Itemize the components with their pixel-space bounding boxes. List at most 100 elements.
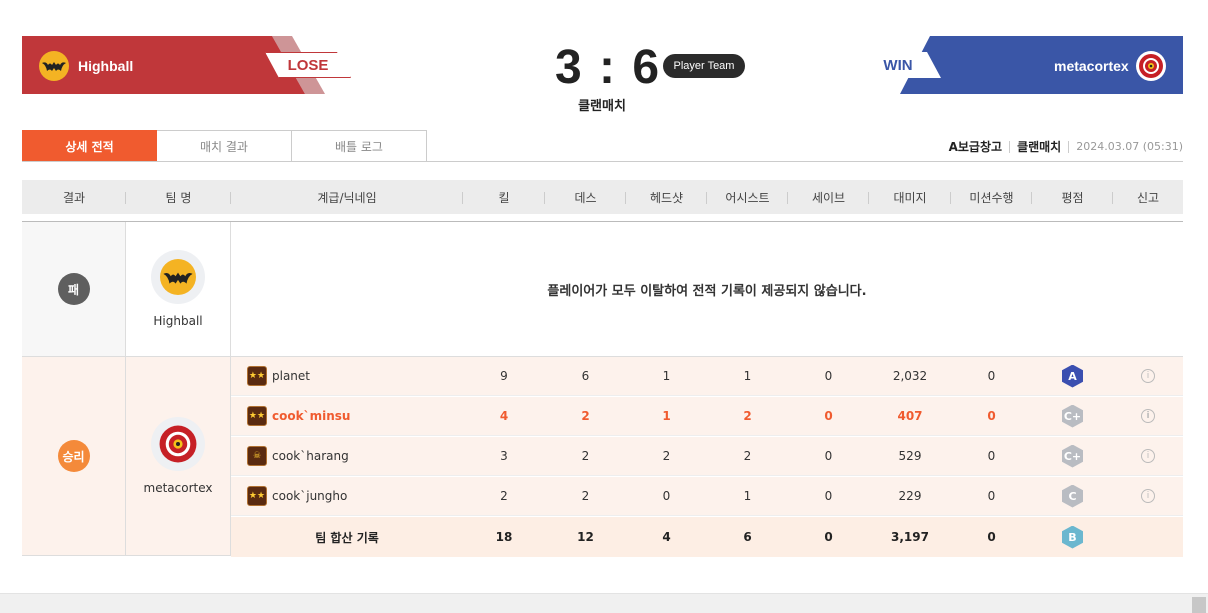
player-nickname[interactable]: cook`jungho xyxy=(272,489,347,503)
col-assist: 어시스트 xyxy=(707,189,788,206)
match-header: Highball LOSE 3 : 6 Player Team 클랜매치 WIN… xyxy=(0,0,1208,120)
meta-separator xyxy=(1068,140,1070,153)
grade-badge: C+ xyxy=(1062,444,1083,468)
flower-emblem-icon xyxy=(159,425,197,463)
total-headshot: 4 xyxy=(662,530,671,544)
player-assist: 2 xyxy=(743,409,752,423)
player-mission: 0 xyxy=(987,369,996,383)
player-nickname-cell: ★★ cook`jungho xyxy=(231,486,463,506)
lose-team-block: 패 Highball 플레이어가 모두 이탈하여 전적 기록이 제공되지 않습니… xyxy=(22,221,1183,356)
player-headshot: 1 xyxy=(662,409,671,423)
col-save: 세이브 xyxy=(788,189,869,206)
player-grade: C+ xyxy=(1032,444,1113,468)
player-headshot: 0 xyxy=(662,489,671,503)
player-mission: 0 xyxy=(987,489,996,503)
player-kill: 9 xyxy=(500,369,508,383)
player-nickname[interactable]: cook`harang xyxy=(272,449,349,463)
tab-match-result[interactable]: 매치 결과 xyxy=(157,130,292,162)
tab-detail-record[interactable]: 상세 전적 xyxy=(22,130,157,162)
player-damage: 229 xyxy=(898,489,922,503)
right-team-name[interactable]: metacortex xyxy=(1054,58,1129,74)
info-icon[interactable]: i xyxy=(1141,369,1155,383)
tab-battle-log[interactable]: 배틀 로그 xyxy=(292,130,427,162)
player-report: i xyxy=(1113,369,1183,383)
player-kill: 2 xyxy=(500,489,508,503)
player-assist: 2 xyxy=(743,449,752,463)
total-assist: 6 xyxy=(743,530,752,544)
player-damage: 2,032 xyxy=(892,369,928,383)
lose-tag: LOSE xyxy=(265,52,351,78)
player-nickname-cell: ★★ planet xyxy=(231,366,463,386)
stats-table-header: 결과 팀 명 계급/닉네임 킬 데스 헤드샷 어시스트 세이브 대미지 미션수행… xyxy=(22,180,1183,214)
player-nickname[interactable]: planet xyxy=(272,369,310,383)
player-report: i xyxy=(1113,409,1183,423)
total-mission: 0 xyxy=(987,530,996,544)
rank-star-icon: ★★ xyxy=(247,486,267,506)
player-damage: 407 xyxy=(897,409,923,423)
col-report: 신고 xyxy=(1136,190,1160,205)
player-nickname-cell: ☠ cook`harang xyxy=(231,446,463,466)
win-result-cell: 승리 xyxy=(22,357,126,555)
player-death: 2 xyxy=(581,489,590,503)
player-grade: C xyxy=(1032,484,1113,508)
meta-separator xyxy=(1009,140,1011,153)
metacortex-team-emblem xyxy=(151,417,205,471)
player-row: ★★ cook`minsu 4 2 1 2 0 407 0 C+ i xyxy=(231,397,1183,436)
info-icon[interactable]: i xyxy=(1141,409,1155,423)
lose-team-name[interactable]: Highball xyxy=(153,314,202,328)
grade-badge: B xyxy=(1062,525,1083,549)
match-score: 3 : 6 xyxy=(555,41,662,94)
bat-emblem-icon xyxy=(163,272,193,284)
col-headshot: 헤드샷 xyxy=(626,189,707,206)
player-row: ★★ planet 9 6 1 1 0 2,032 0 Ai xyxy=(231,357,1183,396)
player-grade: C+ xyxy=(1032,404,1113,428)
col-mission: 미션수행 xyxy=(951,189,1032,206)
team-total-row: 팀 합산 기록 18 12 4 6 0 3,197 0 B xyxy=(231,517,1183,557)
left-team-name[interactable]: Highball xyxy=(78,58,133,74)
player-death: 6 xyxy=(581,369,590,383)
grade-badge: C xyxy=(1062,484,1083,508)
lose-result-cell: 패 xyxy=(22,222,126,356)
player-death: 2 xyxy=(581,409,590,423)
total-grade: B xyxy=(1032,525,1113,549)
player-report: i xyxy=(1113,449,1183,463)
col-result: 결과 xyxy=(22,189,126,206)
col-death: 데스 xyxy=(545,189,626,206)
player-save: 0 xyxy=(824,449,833,463)
info-icon[interactable]: i xyxy=(1141,489,1155,503)
info-icon[interactable]: i xyxy=(1141,449,1155,463)
player-grade: A xyxy=(1032,364,1113,388)
player-mission: 0 xyxy=(987,409,996,423)
col-kill: 킬 xyxy=(463,189,545,206)
horizontal-scrollbar[interactable] xyxy=(0,593,1208,613)
col-team: 팀 명 xyxy=(126,189,231,206)
rank-skull-icon: ☠ xyxy=(247,446,267,466)
rank-star-icon: ★★ xyxy=(247,406,267,426)
mode-name: 클랜매치 xyxy=(1017,140,1062,154)
grade-badge: A xyxy=(1062,364,1083,388)
scrollbar-thumb[interactable] xyxy=(1192,597,1206,613)
col-nickname: 계급/닉네임 xyxy=(231,189,463,206)
win-tag: WIN xyxy=(855,52,941,78)
highball-emblem xyxy=(39,51,69,81)
rank-star-icon: ★★ xyxy=(247,366,267,386)
player-nickname[interactable]: cook`minsu xyxy=(272,409,350,423)
total-label: 팀 합산 기록 xyxy=(315,530,379,545)
player-row: ★★ cook`jungho 2 2 0 1 0 229 0 Ci xyxy=(231,477,1183,516)
total-save: 0 xyxy=(824,530,833,544)
bat-emblem-icon xyxy=(42,62,66,71)
player-death: 2 xyxy=(581,449,590,463)
lose-result-badge: 패 xyxy=(57,273,90,305)
total-kill: 18 xyxy=(495,530,513,544)
win-team-name[interactable]: metacortex xyxy=(144,481,213,495)
col-grade: 평점 xyxy=(1032,189,1113,206)
player-assist: 1 xyxy=(743,489,752,503)
highball-team-emblem xyxy=(151,250,205,304)
player-kill: 3 xyxy=(500,449,508,463)
match-meta: A보급창고 클랜매치 2024.03.07 (05:31) xyxy=(949,138,1183,155)
metacortex-emblem xyxy=(1136,51,1166,81)
player-save: 0 xyxy=(824,409,833,423)
player-save: 0 xyxy=(824,489,833,503)
col-damage: 대미지 xyxy=(869,189,951,206)
match-type-label: 클랜매치 xyxy=(578,99,626,114)
